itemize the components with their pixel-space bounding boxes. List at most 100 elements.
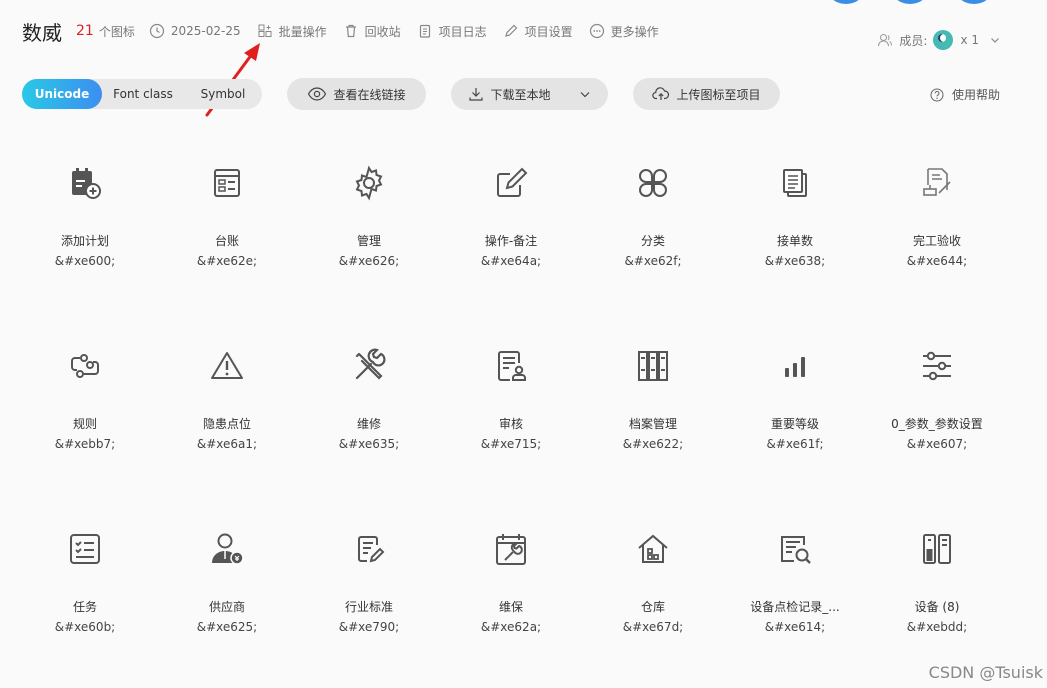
acceptance-icon <box>923 168 951 196</box>
inspection-record-icon <box>781 536 811 564</box>
clock-icon <box>149 23 164 39</box>
format-tabs: Unicode Font class Symbol <box>22 79 262 109</box>
icon-code: &#xe64a; <box>480 254 542 268</box>
project-header: 数威 21 个图标 2025-02-25 批量操作 回收站 项目日志 项目设置 … <box>22 18 675 45</box>
icon-tile[interactable]: 设备 (8) &#xebdd; <box>866 531 1008 645</box>
icon-tile[interactable]: 0_参数_参数设置 &#xe607; <box>866 348 1008 462</box>
icon-code: &#xe60b; <box>54 620 116 634</box>
ledger-icon <box>214 169 240 197</box>
more-icon <box>589 23 604 39</box>
upload-icons-label: 上传图标至项目 <box>676 87 761 102</box>
icon-code: &#xe600; <box>54 254 116 268</box>
members-label: 成员: <box>899 33 928 48</box>
icon-tile[interactable]: 添加计划 &#xe600; <box>14 165 156 279</box>
task-list-icon <box>70 534 100 564</box>
icon-tile[interactable]: 重要等级 &#xe61f; <box>724 348 866 462</box>
icon-tile[interactable]: 隐患点位 &#xe6a1; <box>156 348 298 462</box>
icon-tile[interactable]: 维保 &#xe62a; <box>440 531 582 645</box>
icon-code: &#xe62e; <box>196 254 258 268</box>
icon-name: 分类 <box>640 234 665 248</box>
tools-icon <box>355 348 386 380</box>
more-ops-button[interactable]: 更多操作 <box>589 23 659 40</box>
recycle-bin-label: 回收站 <box>364 24 401 39</box>
icon-name: 供应商 <box>208 600 245 614</box>
download-local-label: 下载至本地 <box>490 87 551 102</box>
edit-note-icon <box>497 167 528 197</box>
icon-tile[interactable]: 供应商 &#xe625; <box>156 531 298 645</box>
project-settings-button[interactable]: 项目设置 <box>503 23 573 40</box>
icon-name: 维修 <box>356 417 381 431</box>
icon-tile[interactable]: 行业标准 &#xe790; <box>298 531 440 645</box>
icon-name: 完工验收 <box>912 234 961 248</box>
icon-tile[interactable]: 分类 &#xe62f; <box>582 165 724 279</box>
rule-icon <box>71 354 99 378</box>
icon-code: &#xe62a; <box>480 620 542 634</box>
project-title: 数威 <box>22 20 62 45</box>
icon-tile[interactable]: 仓库 &#xe67d; <box>582 531 724 645</box>
tab-symbol[interactable]: Symbol <box>184 79 262 109</box>
members-dropdown[interactable]: 成员: x 1 <box>877 30 1001 50</box>
icon-code: &#xe715; <box>480 437 542 451</box>
tab-unicode[interactable]: Unicode <box>22 79 102 109</box>
icon-code: &#xebdd; <box>906 620 968 634</box>
help-label: 使用帮助 <box>951 88 1000 102</box>
log-icon <box>419 24 430 38</box>
eye-icon <box>308 87 327 101</box>
project-log-label: 项目日志 <box>438 24 487 39</box>
icon-code: &#xe625; <box>196 620 258 634</box>
standard-doc-icon <box>358 536 385 563</box>
member-icon <box>878 34 893 47</box>
sliders-icon <box>923 351 951 381</box>
icon-tile[interactable]: 台账 &#xe62e; <box>156 165 298 279</box>
icon-code: &#xe638; <box>764 254 826 268</box>
member-avatar <box>933 30 954 50</box>
upload-icons-button[interactable]: 上传图标至项目 <box>633 78 780 110</box>
gear-icon <box>355 165 383 201</box>
icon-name: 仓库 <box>640 600 665 614</box>
category-icon <box>639 169 667 197</box>
icon-tile[interactable]: 规则 &#xebb7; <box>14 348 156 462</box>
icon-code: &#xebb7; <box>54 437 116 451</box>
download-local-button[interactable]: 下载至本地 <box>451 78 608 110</box>
icon-tile[interactable]: 操作-备注 &#xe64a; <box>440 165 582 279</box>
project-log-button[interactable]: 项目日志 <box>417 23 487 40</box>
icon-code: &#xe61f; <box>766 437 824 451</box>
batch-ops-button[interactable]: 批量操作 <box>257 23 327 40</box>
icon-tile[interactable]: 接单数 &#xe638; <box>724 165 866 279</box>
icon-code: &#xe622; <box>622 437 684 451</box>
icon-grid: 添加计划 &#xe600; 台账 &#xe62e; 管理 &#xe626; 操作… <box>14 165 1024 645</box>
icon-code: &#xe635; <box>338 437 400 451</box>
chevron-down-icon <box>580 92 589 98</box>
icon-name: 重要等级 <box>770 417 819 431</box>
icon-count: 21 <box>76 23 94 39</box>
icon-code: &#xe626; <box>338 254 400 268</box>
icon-tile[interactable]: 审核 &#xe715; <box>440 348 582 462</box>
icon-name: 台账 <box>214 234 239 248</box>
top-avatar-3[interactable] <box>952 0 996 4</box>
icon-tile[interactable]: 管理 &#xe626; <box>298 165 440 279</box>
chevron-down-icon <box>991 38 999 43</box>
icon-tile[interactable]: 完工验收 &#xe644; <box>866 165 1008 279</box>
icon-tile[interactable]: 维修 &#xe635; <box>298 348 440 462</box>
icon-name: 设备点检记录_... <box>750 600 840 614</box>
warning-icon <box>211 352 243 379</box>
icon-code: &#xe644; <box>906 254 968 268</box>
calendar-add-icon <box>72 168 101 199</box>
icon-tile[interactable]: 档案管理 &#xe622; <box>582 348 724 462</box>
icon-name: 操作-备注 <box>484 234 538 248</box>
recycle-bin-button[interactable]: 回收站 <box>343 23 401 40</box>
icon-tile[interactable]: 任务 &#xe60b; <box>14 531 156 645</box>
batch-icon <box>258 24 272 37</box>
top-avatar-2[interactable] <box>888 0 932 4</box>
more-ops-label: 更多操作 <box>610 24 659 39</box>
top-avatar-1[interactable] <box>824 0 868 4</box>
icon-code: &#xe62f; <box>624 254 682 268</box>
icon-name: 隐患点位 <box>202 417 251 431</box>
help-link[interactable]: 使用帮助 <box>930 86 1000 103</box>
icon-tile[interactable]: 设备点检记录_... &#xe614; <box>724 531 866 645</box>
supplier-icon <box>212 533 244 565</box>
tab-font-class[interactable]: Font class <box>102 79 184 109</box>
icon-code: &#xe6a1; <box>196 437 258 451</box>
view-online-link-button[interactable]: 查看在线链接 <box>287 78 426 110</box>
icon-name: 任务 <box>72 600 97 614</box>
